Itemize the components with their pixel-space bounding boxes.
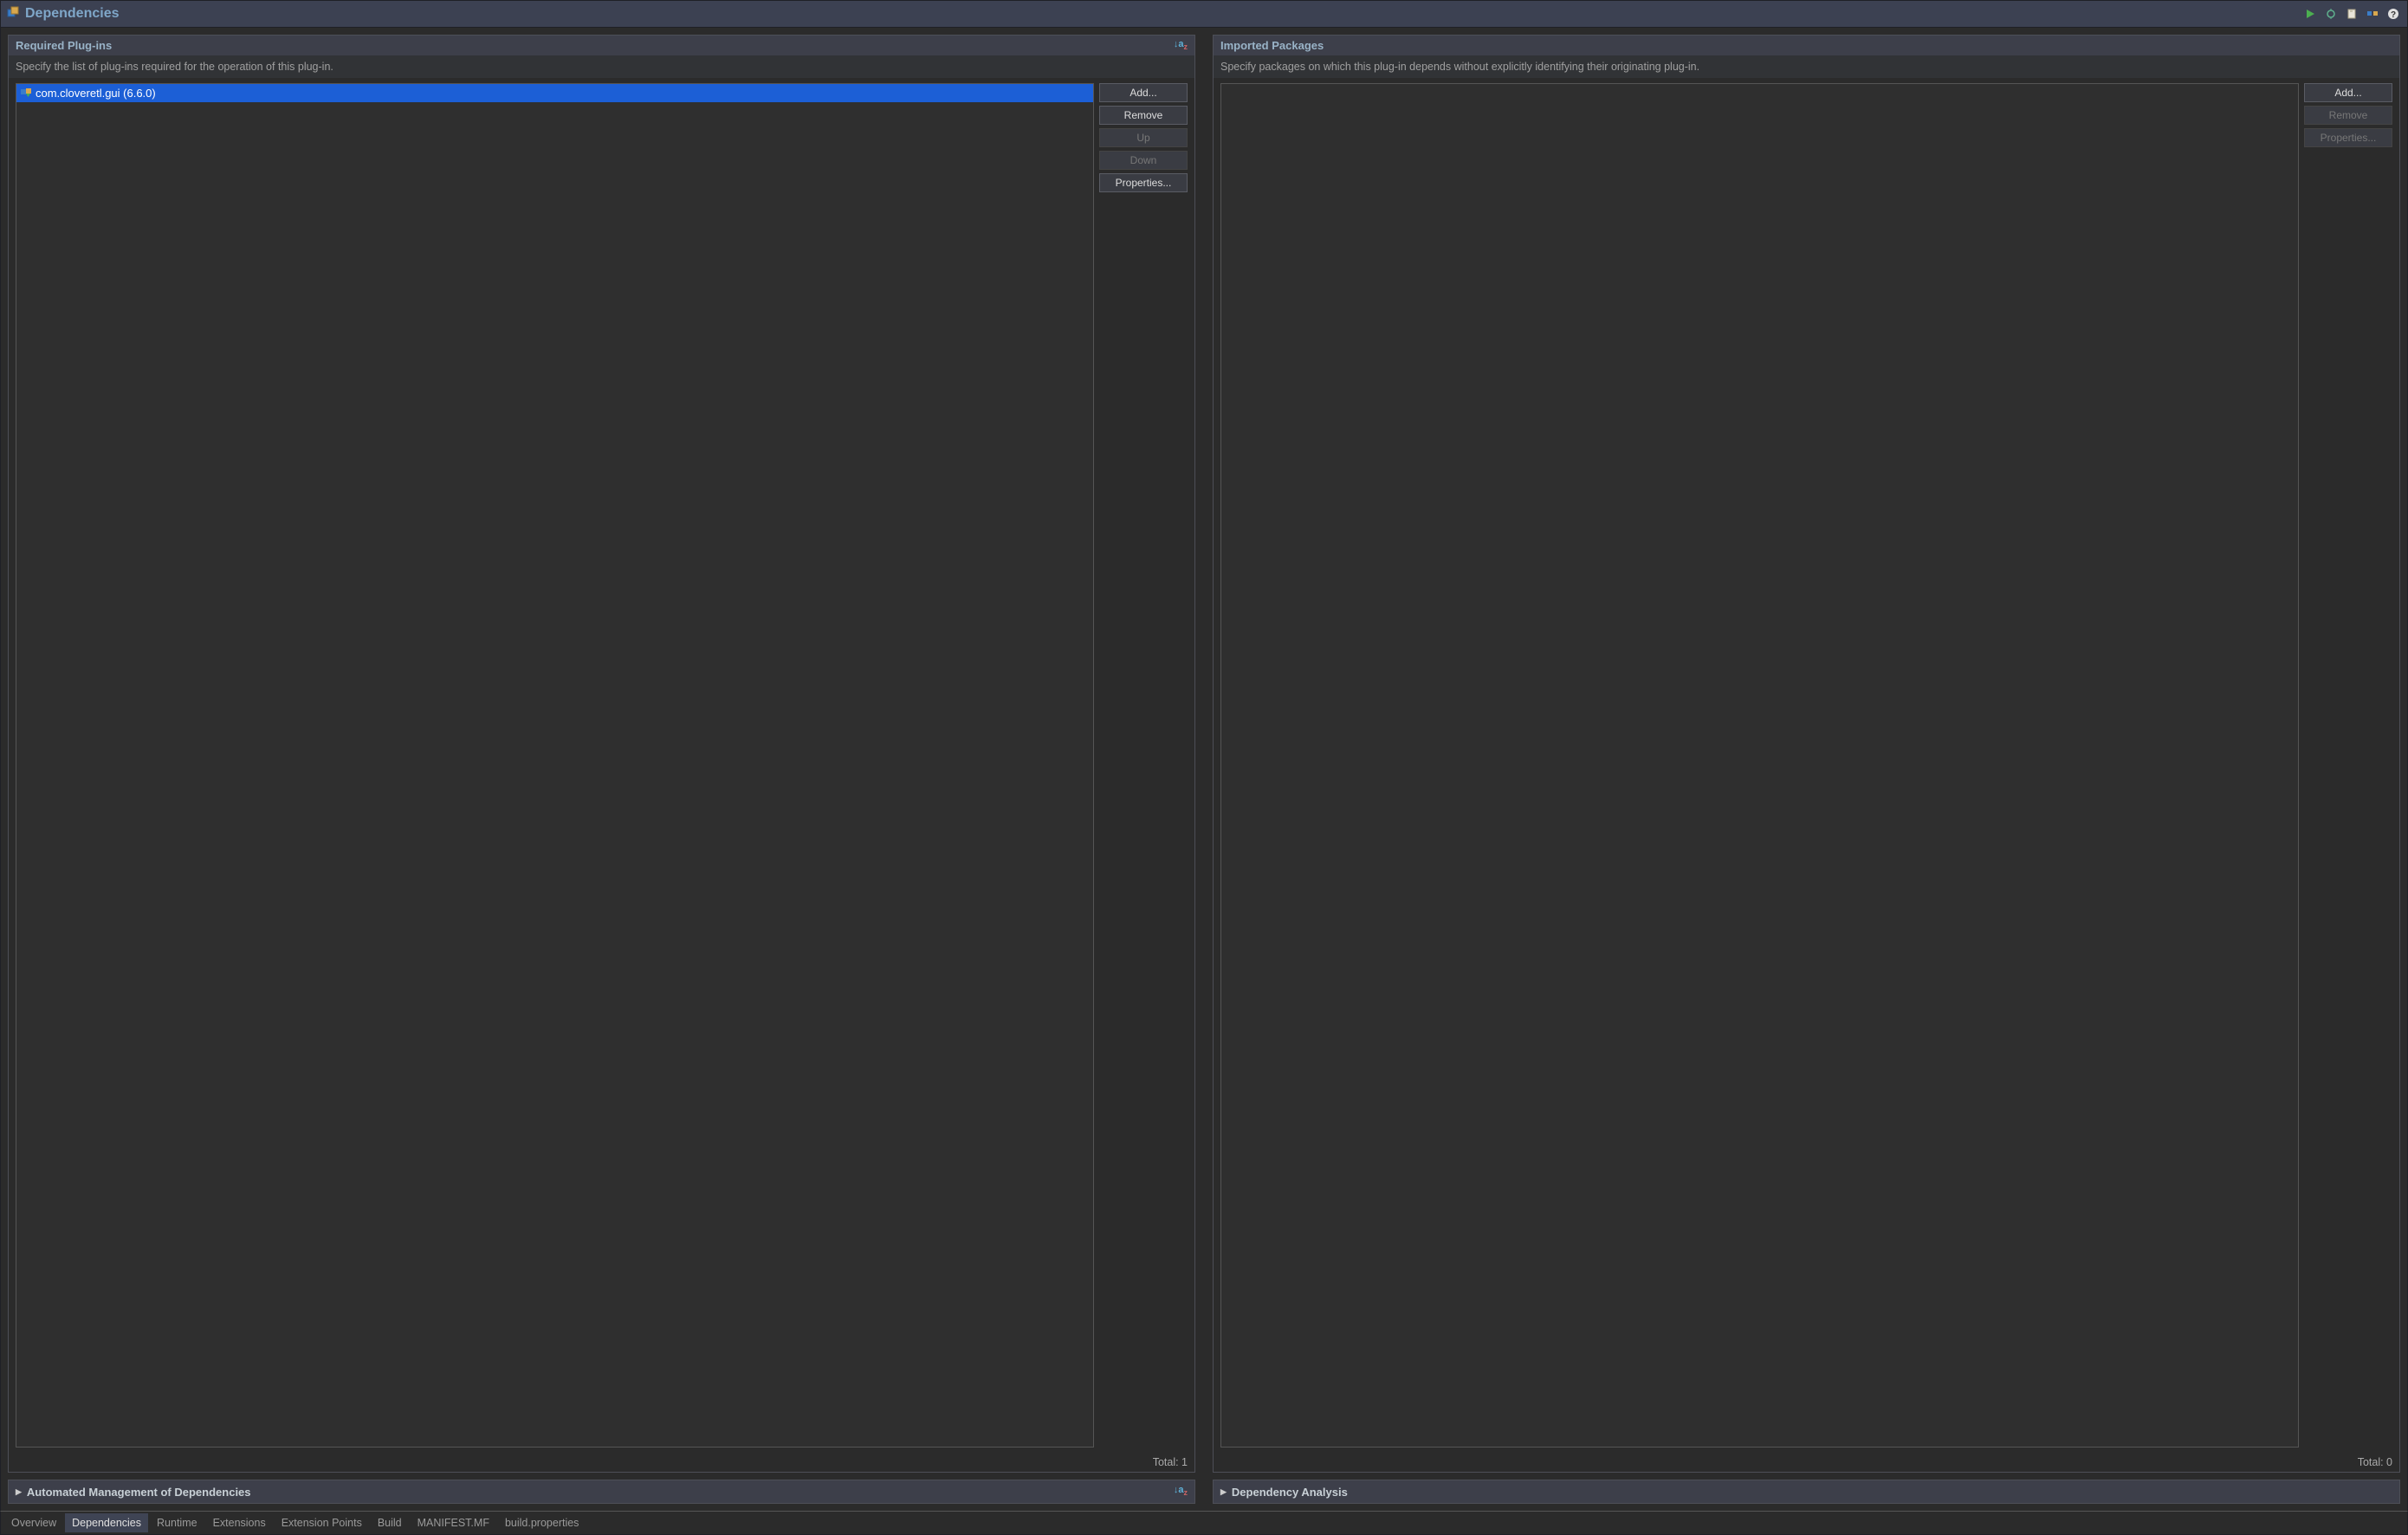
content-area: Required Plug-ins ↓az Specify the list o… [0,28,2408,1511]
required-plugins-description: Specify the list of plug-ins required fo… [9,55,1194,78]
export-icon[interactable] [2343,5,2360,23]
auto-manage-expander[interactable]: ▶ Automated Management of Dependencies ↓… [8,1480,1195,1504]
page-title: Dependencies [25,6,119,22]
properties-button: Properties... [2304,128,2392,147]
imported-packages-list[interactable] [1220,83,2299,1448]
remove-button[interactable]: Remove [1099,106,1188,125]
organize-icon[interactable] [2364,5,2381,23]
editor-header: Dependencies ? [0,0,2408,28]
expander-row: ▶ Automated Management of Dependencies ↓… [8,1480,2400,1504]
tab-extension-points[interactable]: Extension Points [275,1513,369,1532]
sort-alpha-button[interactable]: ↓az [1174,40,1188,51]
required-plugins-list[interactable]: com.cloveretl.gui (6.6.0) [16,83,1094,1448]
help-icon[interactable]: ? [2385,5,2402,23]
two-column-layout: Required Plug-ins ↓az Specify the list o… [8,35,2400,1473]
required-plugins-title: Required Plug-ins [16,39,112,52]
add-button[interactable]: Add... [1099,83,1188,102]
tab-extensions[interactable]: Extensions [206,1513,273,1532]
down-button: Down [1099,151,1188,170]
debug-icon[interactable] [2322,5,2340,23]
imported-packages-buttons: Add... Remove Properties... [2304,83,2392,1448]
chevron-right-icon: ▶ [1220,1487,1227,1497]
imported-packages-title: Imported Packages [1220,39,1324,52]
required-plugins-total: Total: 1 [9,1453,1194,1472]
add-button[interactable]: Add... [2304,83,2392,102]
list-item[interactable]: com.cloveretl.gui (6.6.0) [16,84,1093,102]
list-item-label: com.cloveretl.gui (6.6.0) [36,87,156,100]
run-icon[interactable] [2301,5,2319,23]
dependency-analysis-expander[interactable]: ▶ Dependency Analysis [1213,1480,2400,1504]
required-plugins-header: Required Plug-ins ↓az [9,36,1194,55]
plugin-icon [20,86,32,100]
remove-button: Remove [2304,106,2392,125]
up-button: Up [1099,128,1188,147]
chevron-right-icon: ▶ [16,1487,22,1497]
tab-runtime[interactable]: Runtime [150,1513,204,1532]
tab-build[interactable]: Build [371,1513,409,1532]
imported-packages-panel: Imported Packages Specify packages on wh… [1213,35,2400,1473]
header-toolbar: ? [2301,5,2402,23]
required-plugins-body: com.cloveretl.gui (6.6.0) Add... Remove … [9,78,1194,1453]
tab-dependencies[interactable]: Dependencies [65,1513,148,1532]
imported-packages-total: Total: 0 [1214,1453,2399,1472]
tab-overview[interactable]: Overview [4,1513,63,1532]
imported-packages-body: Add... Remove Properties... [1214,78,2399,1453]
dependency-analysis-label: Dependency Analysis [1232,1486,1348,1499]
required-plugins-buttons: Add... Remove Up Down Properties... [1099,83,1188,1448]
plugin-icon [6,5,20,23]
properties-button[interactable]: Properties... [1099,173,1188,192]
sort-alpha-button[interactable]: ↓az [1174,1486,1188,1497]
page-title-group: Dependencies [6,5,119,23]
imported-packages-header: Imported Packages [1214,36,2399,55]
svg-text:?: ? [2391,10,2396,20]
imported-packages-description: Specify packages on which this plug-in d… [1214,55,2399,78]
tab-manifest-mf[interactable]: MANIFEST.MF [411,1513,496,1532]
required-plugins-panel: Required Plug-ins ↓az Specify the list o… [8,35,1195,1473]
tab-build-properties[interactable]: build.properties [498,1513,586,1532]
editor-tabs: OverviewDependenciesRuntimeExtensionsExt… [0,1511,2408,1535]
auto-manage-label: Automated Management of Dependencies [27,1486,251,1499]
